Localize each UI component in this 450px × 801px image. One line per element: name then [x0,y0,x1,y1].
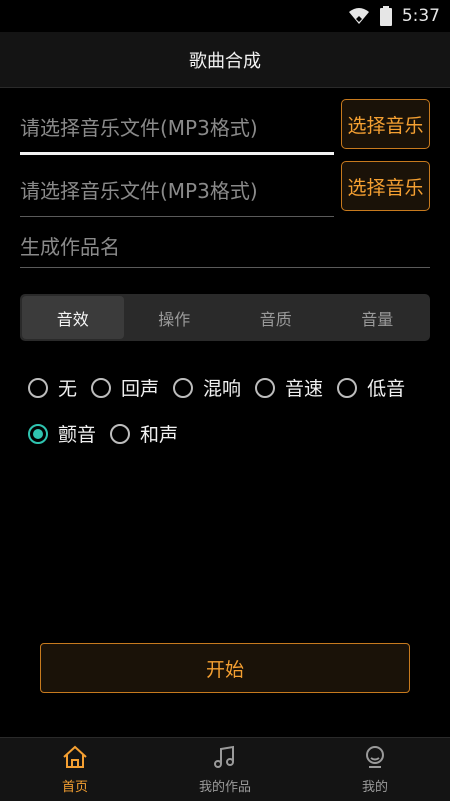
nav-my-works[interactable]: 我的作品 [150,738,300,801]
battery-icon [379,6,392,26]
radio-icon [255,377,276,398]
music-file-field-1[interactable]: 请选择音乐文件(MP3格式) [20,101,334,155]
effects-row-2: 颤音 和声 [28,420,438,447]
select-music-button-2[interactable]: 选择音乐 [341,161,430,211]
effects-row-1: 无 回声 混响 音速 低音 [28,374,438,401]
effect-option-harmony[interactable]: 和声 [110,420,178,447]
status-time: 5:37 [401,6,440,26]
status-bar: 5:37 [0,0,450,32]
wifi-icon [348,7,370,25]
radio-icon [91,377,112,398]
work-name-field[interactable]: 生成作品名 [20,224,430,268]
tab-volume[interactable]: 音量 [327,296,429,339]
music-file-placeholder-1: 请选择音乐文件(MP3格式) [20,116,258,140]
music-file-placeholder-2: 请选择音乐文件(MP3格式) [20,179,258,203]
music-file-field-2[interactable]: 请选择音乐文件(MP3格式) [20,163,334,217]
effect-option-bass[interactable]: 低音 [337,374,405,401]
effect-option-echo[interactable]: 回声 [91,374,159,401]
radio-icon [173,377,194,398]
nav-home[interactable]: 首页 [0,738,150,801]
tab-operation[interactable]: 操作 [124,296,226,339]
effect-option-vibrato[interactable]: 颤音 [28,420,96,447]
tab-effects[interactable]: 音效 [22,296,124,339]
nav-home-label: 首页 [61,779,88,795]
radio-icon [337,377,358,398]
tab-quality[interactable]: 音质 [225,296,327,339]
music-note-icon [213,745,237,776]
settings-tabs: 音效 操作 音质 音量 [20,294,430,341]
effect-option-reverb[interactable]: 混响 [173,374,241,401]
home-icon [62,745,88,776]
bottom-nav: 首页 我的作品 我的 [0,737,450,801]
radio-checked-icon [28,423,48,444]
file-row-2: 请选择音乐文件(MP3格式) 选择音乐 [20,161,430,217]
effect-option-speed[interactable]: 音速 [255,374,323,401]
effect-option-none[interactable]: 无 [28,374,77,401]
radio-icon [110,423,131,444]
select-music-button-1[interactable]: 选择音乐 [341,99,430,149]
file-row-1: 请选择音乐文件(MP3格式) 选择音乐 [20,99,430,155]
work-name-placeholder: 生成作品名 [20,235,120,259]
user-icon [363,745,387,776]
page-title: 歌曲合成 [189,50,261,72]
nav-mine[interactable]: 我的 [300,738,450,801]
nav-my-works-label: 我的作品 [198,779,251,795]
title-bar: 歌曲合成 [0,32,450,88]
start-button[interactable]: 开始 [40,643,410,693]
radio-icon [28,377,48,398]
nav-mine-label: 我的 [361,779,388,795]
